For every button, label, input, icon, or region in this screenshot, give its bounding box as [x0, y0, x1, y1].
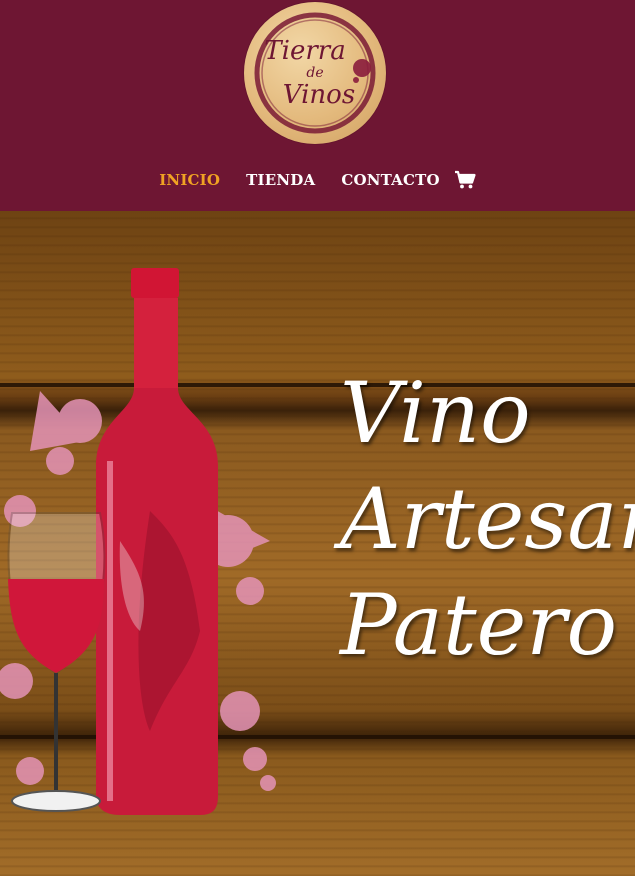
- nav-item-tienda[interactable]: TIENDA: [246, 171, 315, 189]
- main-nav: INICIO TIENDA CONTACTO: [0, 166, 635, 194]
- shopping-cart-icon[interactable]: [454, 170, 476, 190]
- wine-bottle: [96, 268, 218, 815]
- hero-line-1: Vino: [340, 364, 531, 462]
- logo-line-1: Tierra: [264, 36, 346, 66]
- site-header: Tierra de Vinos INICIO TIENDA CONTACTO: [0, 0, 635, 211]
- logo[interactable]: Tierra de Vinos: [244, 2, 386, 144]
- logo-line-2: de: [306, 65, 324, 81]
- nav-item-contacto[interactable]: CONTACTO: [341, 171, 439, 189]
- hero-banner: Vino Artesanal Patero: [0, 211, 635, 876]
- logo-wordmark: Tierra de Vinos: [244, 2, 386, 144]
- nav-item-inicio[interactable]: INICIO: [159, 171, 220, 189]
- logo-line-3: Vinos: [282, 80, 356, 110]
- hero-headline: Vino Artesanal Patero: [340, 361, 635, 677]
- hero-line-2: Artesanal: [340, 470, 635, 568]
- hero-line-3: Patero: [340, 576, 618, 674]
